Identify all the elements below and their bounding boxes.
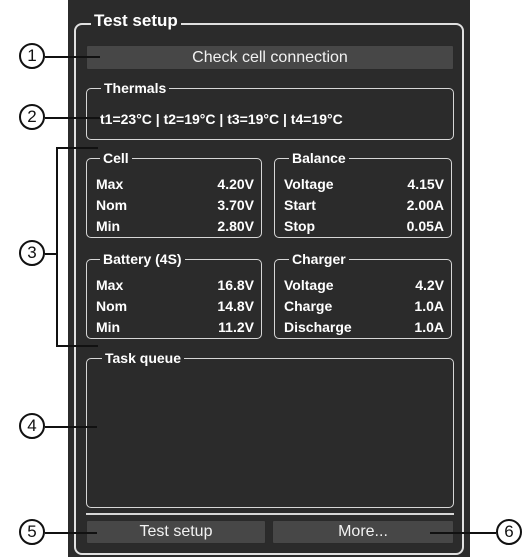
row-label: Voltage (284, 277, 334, 293)
charger-row-charge: Charge 1.0A (284, 299, 444, 313)
more-button[interactable]: More... (272, 520, 454, 544)
callout-4: 4 (19, 413, 45, 439)
row-label: Discharge (284, 319, 352, 335)
footer-divider (86, 513, 454, 515)
row-value: 4.2V (415, 277, 444, 293)
balance-row-stop: Stop 0.05A (284, 219, 444, 233)
charger-row-discharge: Discharge 1.0A (284, 320, 444, 334)
callout-1-leader (45, 56, 100, 58)
row-label: Start (284, 197, 316, 213)
row-value: 2.00A (406, 197, 444, 213)
battery-row-min: Min 11.2V (96, 320, 254, 334)
callout-6: 6 (496, 519, 522, 545)
thermals-title: Thermals (101, 81, 170, 95)
row-value: 4.20V (217, 176, 254, 192)
battery-row-nom: Nom 14.8V (96, 299, 254, 313)
row-label: Min (96, 319, 121, 335)
battery-title: Battery (4S) (100, 252, 185, 266)
check-cell-connection-button[interactable]: Check cell connection (86, 45, 454, 70)
charger-title: Charger (289, 252, 349, 266)
row-label: Max (96, 176, 124, 192)
row-label: Nom (96, 298, 128, 314)
row-value: 1.0A (414, 319, 444, 335)
callout-2: 2 (19, 104, 45, 130)
cell-title: Cell (100, 151, 132, 165)
row-value: 0.05A (406, 218, 444, 234)
callout-3-bracket (56, 147, 58, 347)
test-setup-button[interactable]: Test setup (86, 520, 266, 544)
row-label: Min (96, 218, 121, 234)
row-label: Charge (284, 298, 333, 314)
balance-row-voltage: Voltage 4.15V (284, 177, 444, 191)
battery-row-max: Max 16.8V (96, 278, 254, 292)
callout-2-leader (45, 117, 100, 119)
row-value: 1.0A (414, 298, 444, 314)
task-queue-group (86, 358, 454, 508)
row-value: 11.2V (218, 319, 254, 335)
row-label: Max (96, 277, 124, 293)
task-queue-title: Task queue (102, 351, 184, 365)
charger-row-voltage: Voltage 4.2V (284, 278, 444, 292)
callout-3-bracket-bottom (56, 345, 98, 347)
callout-5-leader (45, 532, 97, 534)
row-value: 3.70V (217, 197, 254, 213)
row-label: Stop (284, 218, 316, 234)
row-value: 4.15V (407, 176, 444, 192)
balance-title: Balance (289, 151, 349, 165)
callout-5: 5 (19, 519, 45, 545)
callout-1: 1 (19, 43, 45, 69)
cell-row-max: Max 4.20V (96, 177, 254, 191)
callout-3: 3 (19, 240, 45, 266)
callout-6-leader (430, 532, 496, 534)
balance-row-start: Start 2.00A (284, 198, 444, 212)
thermals-readout: t1=23°C | t2=19°C | t3=19°C | t4=19°C (100, 111, 343, 127)
row-label: Voltage (284, 176, 334, 192)
callout-3-bracket-top (56, 147, 98, 149)
panel-title: Test setup (91, 12, 181, 29)
row-label: Nom (96, 197, 128, 213)
callout-4-leader (45, 426, 97, 428)
row-value: 16.8V (217, 277, 254, 293)
cell-row-nom: Nom 3.70V (96, 198, 254, 212)
row-value: 14.8V (217, 298, 254, 314)
cell-row-min: Min 2.80V (96, 219, 254, 233)
row-value: 2.80V (217, 218, 254, 234)
